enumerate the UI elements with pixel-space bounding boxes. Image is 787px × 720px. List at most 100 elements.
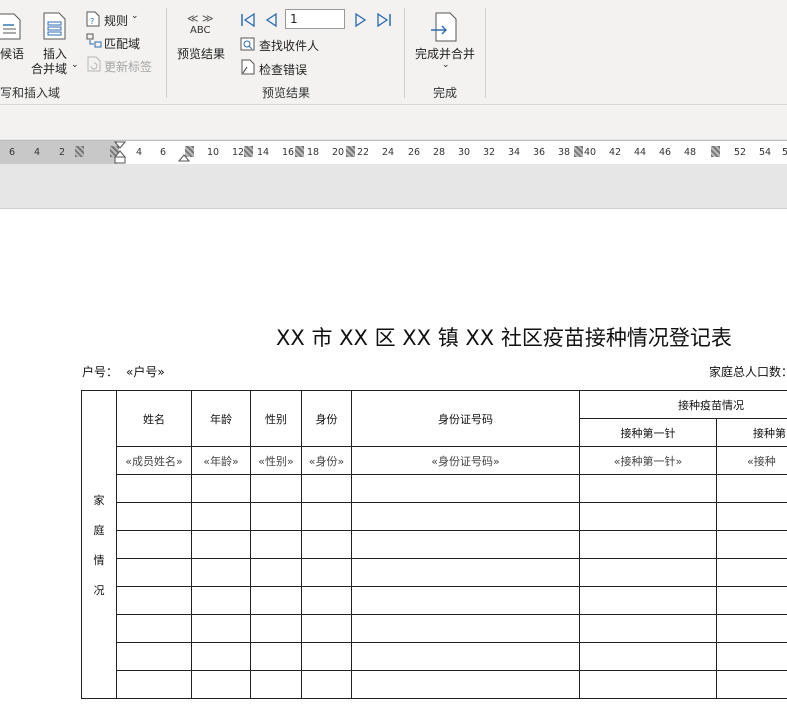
last-record-icon[interactable]: [376, 12, 392, 28]
ruler-tick: 6: [160, 147, 166, 158]
ruler-column-marker[interactable]: [295, 146, 304, 157]
ribbon: 候语 插入 合并域 ⌄ ? 规则 ⌄ 匹配域 更新标签 写和插入域 ≪ ≫ AB…: [0, 0, 787, 105]
update-labels-button: 更新标签: [104, 58, 152, 75]
indent-marker-icon[interactable]: [114, 141, 126, 164]
group-separator: [485, 8, 486, 98]
ruler-tick: 4: [34, 147, 40, 158]
ruler-tick: 42: [609, 147, 621, 158]
ruler-tick: 20: [332, 147, 344, 158]
next-record-icon[interactable]: [354, 12, 368, 28]
ruler-tick: 52: [734, 147, 746, 158]
greeting-line-button[interactable]: 候语: [0, 45, 24, 62]
group-separator: [404, 8, 405, 98]
merge-field-second-dose[interactable]: «接种: [717, 447, 787, 475]
ruler-tick: 10: [207, 147, 219, 158]
table-row[interactable]: [82, 475, 787, 503]
merge-field-id-number[interactable]: «身份证号码»: [352, 447, 580, 475]
header-second-dose: 接种第: [717, 419, 787, 447]
ruler-tick: 40: [584, 147, 596, 158]
check-errors-button[interactable]: 检查错误: [259, 61, 307, 78]
table-row[interactable]: [82, 587, 787, 615]
header-id-number: 身份证号码: [352, 391, 580, 447]
header-age: 年龄: [192, 391, 251, 447]
document-title[interactable]: XX 市 XX 区 XX 镇 XX 社区疫苗接种情况登记表: [276, 322, 732, 352]
ruler-tick: 14: [257, 147, 269, 158]
merge-field-age[interactable]: «年龄»: [192, 447, 251, 475]
previous-record-icon[interactable]: [264, 12, 278, 28]
rules-icon[interactable]: ?: [86, 11, 100, 27]
table-row[interactable]: [82, 559, 787, 587]
merge-field-gender[interactable]: «性别»: [251, 447, 302, 475]
chevron-down-icon[interactable]: ⌄: [131, 11, 139, 21]
toolbar-strip: [0, 105, 787, 139]
table-row[interactable]: [82, 671, 787, 699]
ruler-column-marker[interactable]: [185, 146, 194, 157]
abc-icon[interactable]: ABC: [190, 25, 211, 36]
table-row[interactable]: [82, 503, 787, 531]
canvas-background: [0, 164, 787, 208]
group-label-write-insert: 写和插入域: [0, 84, 60, 101]
ruler-tick: 2: [59, 147, 65, 158]
ruler-tick: 46: [659, 147, 671, 158]
group-label-preview: 预览结果: [262, 84, 310, 101]
ruler-tick: 28: [433, 147, 445, 158]
ruler-tick: 30: [458, 147, 470, 158]
header-first-dose: 接种第一针: [580, 419, 717, 447]
first-record-icon[interactable]: [240, 12, 256, 28]
header-name: 姓名: [117, 391, 192, 447]
finish-merge-icon[interactable]: [430, 12, 458, 42]
ruler-column-marker[interactable]: [711, 146, 720, 157]
match-fields-button[interactable]: 匹配域: [104, 35, 140, 52]
ruler-tick: 16: [282, 147, 294, 158]
chevron-down-icon[interactable]: ⌄: [442, 60, 450, 70]
ruler-tick: 5: [782, 147, 787, 158]
find-recipient-icon[interactable]: [240, 36, 256, 52]
insert-merge-field-icon[interactable]: [43, 12, 67, 40]
family-section-cell: 家 庭 情 况: [82, 391, 117, 699]
ruler-column-marker[interactable]: [75, 146, 84, 157]
find-recipient-button[interactable]: 查找收件人: [259, 37, 319, 54]
ruler-tick: 4: [136, 147, 142, 158]
table-row[interactable]: [82, 615, 787, 643]
side-label-char: 情: [94, 552, 105, 568]
header-gender: 性别: [251, 391, 302, 447]
merge-field-identity[interactable]: «身份»: [302, 447, 352, 475]
registration-table: 家 庭 情 况 姓名 年龄 性别 身份 身份证号码 接种疫苗情况 接种第一针 接…: [81, 390, 787, 699]
total-population-label: 家庭总人口数：: [709, 363, 787, 380]
preview-results-button[interactable]: 预览结果: [177, 45, 225, 62]
match-fields-icon[interactable]: [86, 33, 102, 49]
record-number-input[interactable]: 1: [285, 9, 345, 29]
ruler-tick: 12: [232, 147, 244, 158]
merge-field-first-dose[interactable]: «接种第一针»: [580, 447, 717, 475]
ruler-tick: 24: [382, 147, 394, 158]
angle-brackets-icon[interactable]: ≪ ≫: [187, 12, 214, 25]
ruler-column-marker[interactable]: [574, 146, 583, 157]
table-row[interactable]: [82, 531, 787, 559]
ruler-tick: 18: [307, 147, 319, 158]
group-separator: [166, 8, 167, 98]
side-label-char: 况: [94, 582, 105, 598]
table-row[interactable]: [82, 643, 787, 671]
chevron-down-icon[interactable]: ⌄: [71, 60, 79, 70]
rules-button[interactable]: 规则: [104, 12, 128, 29]
header-identity: 身份: [302, 391, 352, 447]
ruler-tick: 34: [508, 147, 520, 158]
side-label-char: 庭: [94, 522, 105, 538]
ruler-tick: 38: [558, 147, 570, 158]
check-errors-icon[interactable]: [240, 59, 256, 75]
update-labels-icon: [86, 56, 102, 72]
ruler-tick: 36: [533, 147, 545, 158]
ruler-tick: 44: [634, 147, 646, 158]
horizontal-ruler[interactable]: 6 4 2 4 6 10 12 14 16 18 20 22 24 26 28 …: [0, 140, 787, 165]
household-merge-field[interactable]: «户号»: [126, 363, 165, 380]
ruler-tick: 6: [9, 147, 15, 158]
greeting-line-icon[interactable]: [0, 12, 22, 40]
insert-merge-field-button[interactable]: 合并域: [31, 60, 67, 77]
merge-field-name[interactable]: «成员姓名»: [117, 447, 192, 475]
merge-row: «成员姓名» «年龄» «性别» «身份» «身份证号码» «接种第一针» «接…: [82, 447, 787, 475]
ruler-column-marker[interactable]: [244, 146, 253, 157]
ruler-tick: 54: [759, 147, 771, 158]
group-label-finish: 完成: [433, 84, 457, 101]
document-page[interactable]: XX 市 XX 区 XX 镇 XX 社区疫苗接种情况登记表 户号： «户号» 家…: [0, 208, 787, 720]
ruler-column-marker[interactable]: [346, 146, 355, 157]
